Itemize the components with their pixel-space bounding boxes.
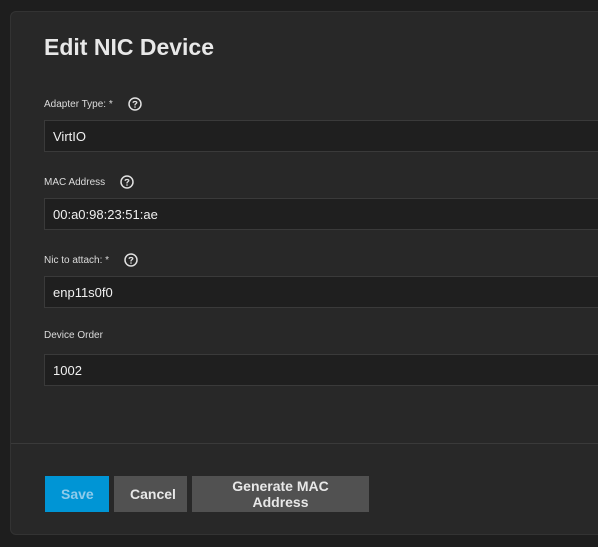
mac-address-field[interactable]: [44, 198, 598, 230]
device-order-input[interactable]: [53, 362, 598, 378]
mac-address-label-row: MAC Address: [44, 174, 135, 190]
adapter-type-value: VirtIO: [53, 128, 86, 144]
adapter-type-label: Adapter Type: *: [44, 98, 113, 110]
save-button[interactable]: Save: [45, 476, 109, 512]
mac-address-input[interactable]: [53, 206, 598, 222]
dialog-title: Edit NIC Device: [44, 34, 214, 60]
cancel-button[interactable]: Cancel: [114, 476, 187, 512]
help-circle-icon[interactable]: [119, 174, 135, 190]
mac-address-label: MAC Address: [44, 176, 106, 188]
device-order-label: Device Order: [44, 330, 103, 341]
generate-mac-address-button[interactable]: Generate MAC Address: [192, 476, 369, 512]
device-order-label-row: Device Order: [44, 330, 103, 341]
nic-attach-value: enp11s0f0: [53, 284, 113, 300]
help-circle-icon[interactable]: [123, 252, 139, 268]
adapter-type-label-row: Adapter Type: *: [44, 96, 143, 112]
help-circle-icon[interactable]: [127, 96, 143, 112]
device-order-field[interactable]: [44, 354, 598, 386]
nic-attach-label-row: Nic to attach: *: [44, 252, 139, 268]
footer-divider: [11, 443, 598, 444]
nic-attach-label: Nic to attach: *: [44, 254, 110, 266]
adapter-type-select[interactable]: VirtIO: [44, 120, 598, 152]
edit-nic-dialog: Edit NIC Device Adapter Type: * VirtIO M…: [10, 11, 598, 535]
nic-attach-select[interactable]: enp11s0f0: [44, 276, 598, 308]
